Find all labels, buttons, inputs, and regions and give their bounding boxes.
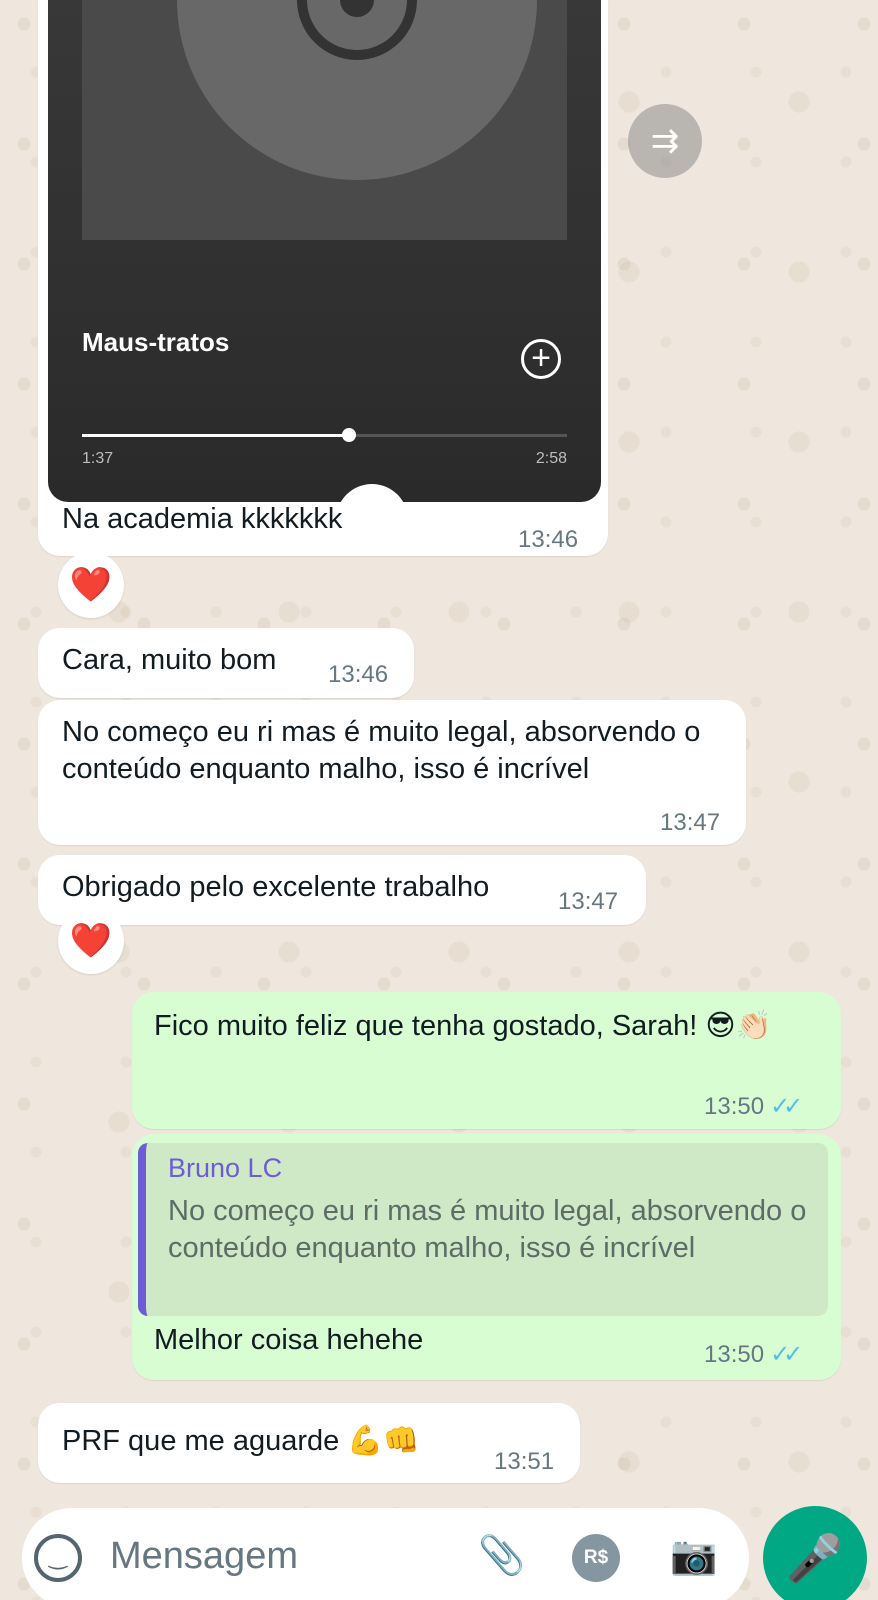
emoji-icon[interactable]: ‿ <box>34 1534 82 1582</box>
progress-fill <box>82 434 349 437</box>
album-art <box>82 0 567 240</box>
message-text: Cara, muito bom <box>62 644 277 676</box>
message-composer: ‿ 📎 R$ 📷 <box>22 1508 749 1600</box>
message-text: PRF que me aguarde 💪👊 <box>62 1425 420 1457</box>
outgoing-message-bubble[interactable]: Fico muito feliz que tenha gostado, Sara… <box>132 992 841 1129</box>
message-text: Na academia kkkkkkk <box>62 503 343 535</box>
quoted-message[interactable]: Bruno LC No começo eu ri mas é muito leg… <box>138 1143 828 1316</box>
message-time: 13:50 ✓✓ <box>704 1341 803 1368</box>
progress-knob[interactable] <box>341 428 356 442</box>
double-check-icon: ✓✓ <box>770 1341 803 1368</box>
music-card[interactable]: Maus-tratos + 1:37 2:58 <box>48 0 601 502</box>
paperclip-icon[interactable]: 📎 <box>478 1534 525 1578</box>
current-time: 1:37 <box>82 450 114 467</box>
message-bubble[interactable]: PRF que me aguarde 💪👊 13:51 <box>38 1403 580 1483</box>
total-time: 2:58 <box>535 450 567 467</box>
message-input[interactable] <box>110 1526 450 1586</box>
message-text: Melhor coisa hehehe <box>154 1324 424 1356</box>
progress-track[interactable] <box>82 428 567 442</box>
payment-icon[interactable]: R$ <box>572 1534 620 1582</box>
message-time: 13:50 ✓✓ <box>704 1093 803 1120</box>
message-time: 13:47 <box>558 888 619 915</box>
heart-icon[interactable]: ❤️ <box>58 552 124 618</box>
quote-author: Bruno LC <box>168 1153 283 1183</box>
forward-icon[interactable]: ⇉ <box>628 104 702 178</box>
quote-text: No começo eu ri mas é muito legal, absor… <box>168 1195 807 1264</box>
message-text: Obrigado pelo excelente trabalho <box>62 871 490 903</box>
message-text: No começo eu ri mas é muito legal, absor… <box>62 716 701 785</box>
camera-icon[interactable]: 📷 <box>670 1534 717 1578</box>
song-title: Maus-tratos <box>82 327 230 357</box>
message-time: 13:47 <box>660 809 721 836</box>
double-check-icon: ✓✓ <box>770 1093 803 1120</box>
message-time: 13:46 <box>518 526 579 553</box>
message-time: 13:51 <box>494 1448 555 1475</box>
message-text: Fico muito feliz que tenha gostado, Sara… <box>154 1010 772 1042</box>
microphone-icon[interactable]: 🎤 <box>763 1506 867 1600</box>
message-bubble[interactable]: Cara, muito bom 13:46 <box>38 628 414 698</box>
message-bubble[interactable]: Obrigado pelo excelente trabalho 13:47 <box>38 855 646 925</box>
message-bubble[interactable]: No começo eu ri mas é muito legal, absor… <box>38 700 746 845</box>
add-icon[interactable]: + <box>521 339 561 379</box>
heart-icon[interactable]: ❤️ <box>58 908 124 974</box>
message-time: 13:46 <box>328 661 389 688</box>
